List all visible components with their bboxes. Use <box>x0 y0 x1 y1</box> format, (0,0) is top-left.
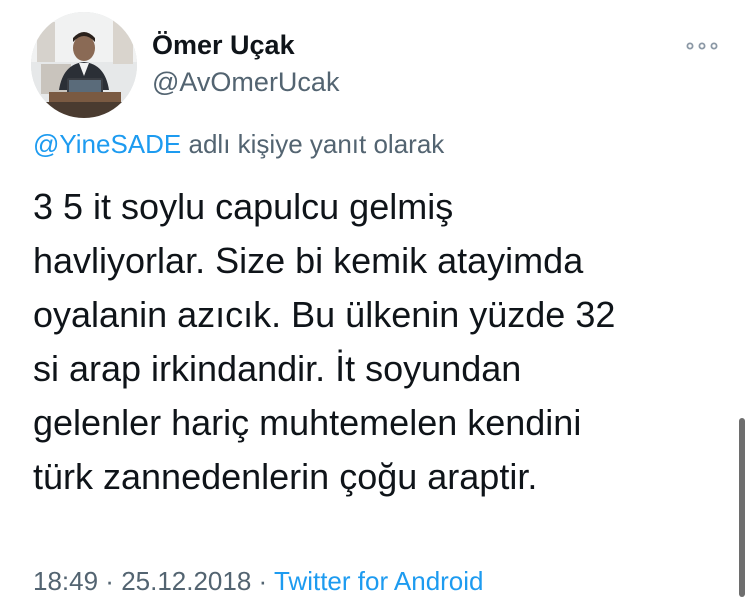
tweet-time[interactable]: 18:49 <box>33 566 98 596</box>
tweet-text-line: gelenler hariç muhtemelen kendini <box>33 402 582 443</box>
tweet-date[interactable]: 25.12.2018 <box>121 566 251 596</box>
tweet-source-link[interactable]: Twitter for Android <box>274 566 484 596</box>
tweet-text: 3 5 it soylu capulcu gelmiş havliyorlar.… <box>33 180 723 504</box>
scrollbar[interactable] <box>739 418 745 597</box>
tweet-metadata: 18:49 · 25.12.2018 · Twitter for Android <box>33 566 484 597</box>
tweet-text-line: türk zannedenlerin çoğu araptir. <box>33 456 538 497</box>
meta-separator: · <box>98 566 122 596</box>
tweet-text-line: si arap irkindandir. İt soyundan <box>33 348 522 389</box>
tweet-text-line: havliyorlar. Size bi kemik atayimda <box>33 240 584 281</box>
reply-mention-link[interactable]: @YineSADE <box>33 129 181 159</box>
reply-context-text: adlı kişiye yanıt olarak <box>181 129 445 159</box>
meta-separator: · <box>251 566 274 596</box>
avatar[interactable] <box>31 12 137 118</box>
author-display-name[interactable]: Ömer Uçak <box>152 30 295 61</box>
reply-context: @YineSADE adlı kişiye yanıt olarak <box>33 129 444 160</box>
author-handle[interactable]: @AvOmerUcak <box>152 67 339 98</box>
tweet-text-line: 3 5 it soylu capulcu gelmiş <box>33 186 454 227</box>
tweet-text-line: oyalanin azıcık. Bu ülkenin yüzde 32 <box>33 294 616 335</box>
more-horizontal-icon[interactable] <box>684 34 720 58</box>
profile-photo <box>31 12 137 118</box>
